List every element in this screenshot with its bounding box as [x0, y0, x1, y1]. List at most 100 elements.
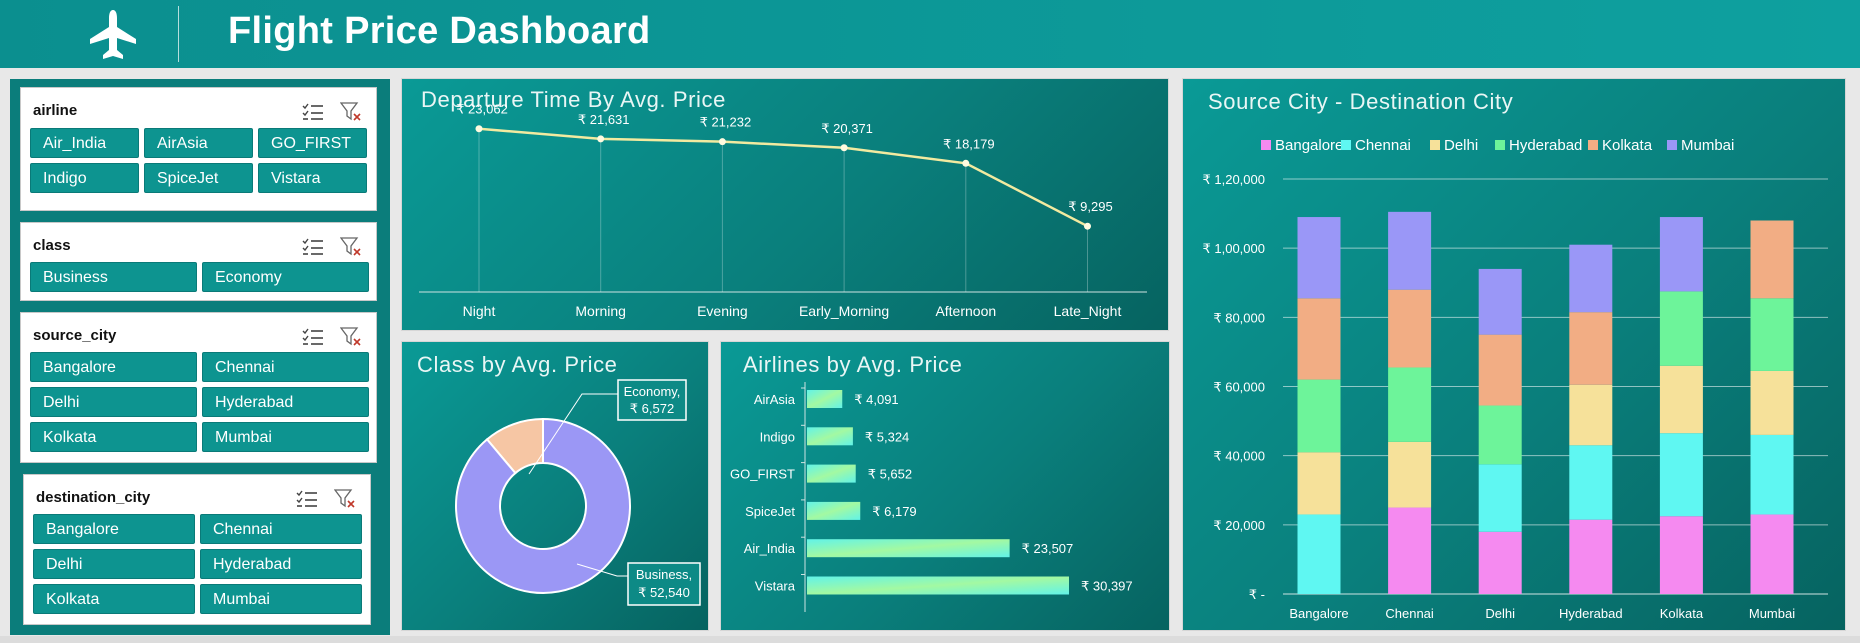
- slicer-item-kolkata[interactable]: Kolkata: [30, 422, 197, 452]
- slicer-item-chennai[interactable]: Chennai: [200, 514, 362, 544]
- bar-segment-delhi: [1659, 365, 1703, 434]
- y-tick-label: ₹ 60,000: [1213, 380, 1265, 395]
- slicer-title: airline: [33, 102, 78, 119]
- tick-label: GO_FIRST: [730, 467, 795, 482]
- slicer-item-indigo[interactable]: Indigo: [30, 163, 139, 193]
- bar-segment-kolkata: [1297, 298, 1341, 380]
- slicer-item-hyderabad[interactable]: Hyderabad: [202, 387, 369, 417]
- bar-vistara: [807, 576, 1069, 595]
- header-divider: [178, 6, 179, 62]
- bar-segment-hyderabad: [1659, 291, 1703, 366]
- slicer-item-bangalore[interactable]: Bangalore: [33, 514, 195, 544]
- slicer-item-business[interactable]: Business: [30, 262, 197, 292]
- page-title: Flight Price Dashboard: [228, 10, 651, 52]
- multi-select-icon[interactable]: [302, 102, 324, 122]
- city-chart: ₹ - ₹ 20,000 ₹ 40,000 ₹ 60,000 ₹ 80,000 ₹ 1,0…: [1203, 137, 1828, 621]
- bar-airasia: [807, 390, 843, 408]
- bar-segment-delhi: [1569, 384, 1613, 446]
- data-label: ₹ 4,091: [854, 392, 898, 407]
- y-tick-label: ₹ 1,00,000: [1203, 241, 1266, 256]
- bar-segment-delhi: [1297, 452, 1341, 515]
- legend-label: Kolkata: [1602, 137, 1653, 154]
- slicer-item-go-first[interactable]: GO_FIRST: [258, 128, 367, 158]
- data-label: ₹ 20,371: [821, 121, 873, 136]
- economy-label-name: Economy,: [624, 384, 681, 399]
- bar-segment-bangalore: [1569, 519, 1613, 594]
- slicer-item-delhi[interactable]: Delhi: [30, 387, 197, 417]
- multi-select-icon[interactable]: [302, 327, 324, 347]
- data-point: [597, 135, 605, 143]
- y-tick-label: ₹ 20,000: [1213, 518, 1265, 533]
- bar-spicejet: [807, 501, 861, 520]
- data-point: [962, 159, 970, 167]
- y-tick-label: ₹ 80,000: [1213, 310, 1265, 325]
- series-line: [478, 127, 1089, 228]
- legend-swatch: [1261, 140, 1271, 150]
- bar-indigo: [807, 427, 853, 446]
- bar-segment-mumbai: [1659, 217, 1703, 292]
- clear-filter-icon[interactable]: [333, 489, 356, 509]
- y-tick-label: ₹ 40,000: [1213, 449, 1265, 464]
- dashboard-header: Flight Price Dashboard: [0, 0, 1860, 68]
- slicer-item-delhi[interactable]: Delhi: [33, 549, 195, 579]
- city-panel: Source City - Destination City ₹ - ₹ 20,0…: [1182, 78, 1846, 631]
- bar-segment-mumbai: [1297, 217, 1341, 299]
- business-label-name: Business,: [636, 567, 692, 582]
- data-label: ₹ 23,062: [456, 102, 508, 117]
- data-point: [840, 144, 848, 152]
- data-point: [475, 125, 483, 133]
- multi-select-icon[interactable]: [302, 237, 324, 257]
- slicer-item-vistara[interactable]: Vistara: [258, 163, 367, 193]
- multi-select-icon[interactable]: [296, 489, 318, 509]
- slicer-item-kolkata[interactable]: Kolkata: [33, 584, 195, 614]
- x-tick-label: Bangalore: [1289, 606, 1348, 621]
- economy-label-value: ₹ 6,572: [630, 401, 674, 416]
- legend-swatch: [1588, 140, 1598, 150]
- class-chart: Economy, ₹ 6,572 Business, ₹ 52,540: [455, 379, 701, 606]
- data-label: ₹ 9,295: [1068, 199, 1112, 214]
- departure-chart: ₹ 23,062 Night ₹ 21,631 Morning ₹ 21,232 Even…: [419, 102, 1147, 319]
- tick-label: Evening: [697, 303, 748, 319]
- bottom-strip: [0, 636, 1860, 643]
- bar-segment-delhi: [1388, 441, 1432, 508]
- legend-label: Mumbai: [1681, 137, 1734, 154]
- bar-segment-hyderabad: [1297, 379, 1341, 453]
- class-panel: Class by Avg. Price Economy, ₹ 6,572 Busin…: [401, 341, 709, 631]
- bar-segment-chennai: [1750, 434, 1794, 515]
- clear-filter-icon[interactable]: [339, 102, 362, 122]
- bar-segment-chennai: [1569, 445, 1613, 520]
- slicer-item-mumbai[interactable]: Mumbai: [200, 584, 362, 614]
- slicer-item-chennai[interactable]: Chennai: [202, 352, 369, 382]
- x-tick-label: Mumbai: [1749, 606, 1795, 621]
- slicer-item-bangalore[interactable]: Bangalore: [30, 352, 197, 382]
- bar-segment-delhi: [1750, 370, 1794, 435]
- data-point: [1084, 222, 1091, 230]
- bar-segment-hyderabad: [1478, 405, 1522, 465]
- legend-swatch: [1495, 140, 1505, 150]
- bar-segment-bangalore: [1659, 516, 1703, 594]
- data-label: ₹ 18,179: [943, 136, 995, 151]
- legend-label: Delhi: [1444, 137, 1478, 154]
- legend-label: Chennai: [1355, 137, 1411, 154]
- slicer-item-mumbai[interactable]: Mumbai: [202, 422, 369, 452]
- slicer-item-air-india[interactable]: Air_India: [30, 128, 139, 158]
- legend-swatch: [1667, 140, 1677, 150]
- clear-filter-icon[interactable]: [339, 237, 362, 257]
- tick-label: Indigo: [760, 429, 795, 444]
- clear-filter-icon[interactable]: [339, 327, 362, 347]
- legend-swatch: [1341, 140, 1351, 150]
- data-label: ₹ 30,397: [1081, 579, 1133, 594]
- y-tick-label: ₹ -: [1249, 587, 1265, 602]
- slicer-destination-city: destination_city Bangalore Chennai Delhi Hyd…: [23, 474, 371, 625]
- data-label: ₹ 21,232: [700, 115, 752, 130]
- bar-segment-chennai: [1478, 464, 1522, 532]
- bar-segment-hyderabad: [1388, 367, 1432, 442]
- x-tick-label: Kolkata: [1660, 606, 1704, 621]
- bar-segment-mumbai: [1569, 244, 1613, 313]
- slicer-item-spicejet[interactable]: SpiceJet: [144, 163, 253, 193]
- bar-air-india: [807, 539, 1010, 558]
- pie-slice-business: [455, 417, 631, 594]
- slicer-item-hyderabad[interactable]: Hyderabad: [200, 549, 362, 579]
- slicer-item-economy[interactable]: Economy: [202, 262, 369, 292]
- slicer-item-airasia[interactable]: AirAsia: [144, 128, 253, 158]
